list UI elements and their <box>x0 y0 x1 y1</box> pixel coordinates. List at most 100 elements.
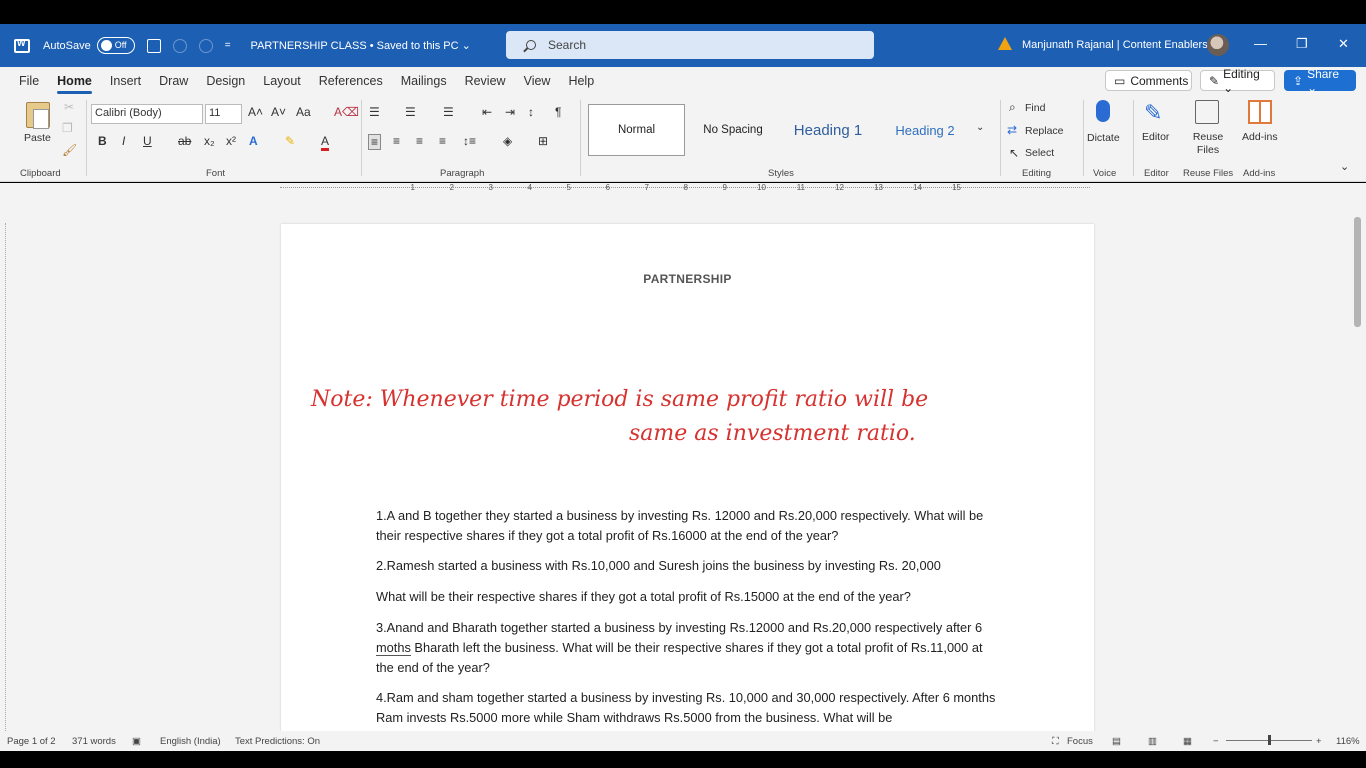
cut-icon[interactable]: ✂ <box>64 100 74 114</box>
font-color-icon[interactable]: A <box>321 134 330 151</box>
tab-mailings[interactable]: Mailings <box>401 74 447 88</box>
zoom-slider-thumb[interactable] <box>1268 735 1271 745</box>
add-ins-icon[interactable] <box>1248 100 1272 124</box>
subscript-icon[interactable]: x₂ <box>204 134 215 148</box>
tab-file[interactable]: File <box>19 74 39 88</box>
focus-label[interactable]: Focus <box>1067 736 1093 747</box>
user-name[interactable]: Manjunath Rajanal | Content Enablers <box>1022 39 1208 51</box>
tab-review[interactable]: Review <box>465 74 506 88</box>
word-count[interactable]: 371 words <box>72 736 116 747</box>
multilevel-list-icon[interactable]: ☰ <box>443 105 454 119</box>
document-title[interactable]: PARTNERSHIP CLASS • Saved to this PC ⌄ <box>251 39 471 52</box>
underline-icon[interactable]: U <box>143 134 152 148</box>
question-3[interactable]: 3.Anand and Bharath together started a b… <box>376 618 1001 678</box>
tab-help[interactable]: Help <box>568 74 594 88</box>
tab-design[interactable]: Design <box>206 74 245 88</box>
replace-label[interactable]: Replace <box>1025 125 1064 137</box>
microphone-icon[interactable] <box>1096 100 1110 122</box>
language[interactable]: English (India) <box>160 736 221 747</box>
select-label[interactable]: Select <box>1025 147 1054 159</box>
dictate-label[interactable]: Dictate <box>1087 132 1120 144</box>
highlight-icon[interactable]: ✎ <box>285 134 295 148</box>
tab-references[interactable]: References <box>319 74 383 88</box>
tab-layout[interactable]: Layout <box>263 74 301 88</box>
clear-formatting-icon[interactable]: A⌫ <box>334 105 359 119</box>
zoom-in-icon[interactable]: + <box>1316 736 1322 747</box>
grow-font-icon[interactable]: A˄ <box>248 105 263 119</box>
document-page[interactable]: PARTNERSHIP Note: Whenever time period i… <box>281 224 1094 731</box>
show-formatting-icon[interactable]: ¶ <box>555 105 561 119</box>
reuse-files-icon[interactable] <box>1195 100 1219 124</box>
reuse-files-label[interactable]: Reuse Files <box>1191 131 1225 157</box>
editor-label[interactable]: Editor <box>1142 131 1169 143</box>
editor-icon[interactable]: ✎ <box>1144 100 1170 126</box>
share-button[interactable]: ⇪ Share ⌄ <box>1284 67 1356 95</box>
text-effects-icon[interactable]: A <box>249 134 258 148</box>
align-left-icon[interactable]: ≡ <box>368 134 382 150</box>
font-name-select[interactable]: Calibri (Body) <box>91 104 203 124</box>
warning-icon[interactable] <box>998 37 1012 50</box>
tab-insert[interactable]: Insert <box>110 74 141 88</box>
vertical-ruler[interactable] <box>5 223 15 731</box>
line-spacing-icon[interactable]: ↕≡ <box>463 134 476 148</box>
styles-more-icon[interactable]: ⌄ <box>976 122 984 133</box>
zoom-level[interactable]: 116% <box>1336 736 1360 747</box>
style-normal[interactable]: Normal <box>588 104 685 156</box>
style-no-spacing[interactable]: No Spacing <box>690 104 776 156</box>
editing-mode-button[interactable]: ✎ Editing ⌄ <box>1200 67 1275 95</box>
autosave-toggle[interactable]: Off <box>96 37 135 54</box>
customize-toolbar-icon[interactable]: = <box>225 40 231 51</box>
italic-icon[interactable]: I <box>122 134 125 148</box>
add-ins-label[interactable]: Add-ins <box>1242 131 1278 143</box>
avatar[interactable] <box>1207 34 1229 56</box>
text-predictions[interactable]: Text Predictions: On <box>235 736 320 747</box>
question-4[interactable]: 4.Ram and sham together started a busine… <box>376 688 1001 728</box>
font-size-select[interactable]: 11 <box>205 104 242 124</box>
align-center-icon[interactable]: ≡ <box>393 134 400 148</box>
save-icon[interactable] <box>146 38 161 53</box>
focus-icon[interactable]: ⛶ <box>1052 736 1059 747</box>
web-layout-icon[interactable]: ▦ <box>1183 736 1192 747</box>
find-label[interactable]: Find <box>1025 102 1045 114</box>
borders-icon[interactable]: ⊞ <box>538 134 548 148</box>
spelling-error-word[interactable]: moths <box>376 640 411 656</box>
vertical-scrollbar[interactable] <box>1354 217 1361 327</box>
find-icon[interactable]: ⌕ <box>1009 100 1016 115</box>
bold-icon[interactable]: B <box>98 134 107 148</box>
document-heading[interactable]: PARTNERSHIP <box>281 272 1094 286</box>
paste-icon[interactable] <box>26 102 50 129</box>
close-button[interactable]: ✕ <box>1338 36 1349 52</box>
paste-label[interactable]: Paste <box>24 132 51 144</box>
numbering-icon[interactable]: ☰ <box>405 105 416 119</box>
page-count[interactable]: Page 1 of 2 <box>7 736 56 747</box>
tab-view[interactable]: View <box>524 74 551 88</box>
proofing-icon[interactable]: ▣ <box>132 736 141 747</box>
read-mode-icon[interactable]: ▤ <box>1112 736 1121 747</box>
align-right-icon[interactable]: ≡ <box>416 134 423 148</box>
shading-icon[interactable]: ◈ <box>503 134 512 148</box>
style-heading-1[interactable]: Heading 1 <box>783 104 873 156</box>
shrink-font-icon[interactable]: A˅ <box>271 105 286 119</box>
increase-indent-icon[interactable]: ⇥ <box>505 105 515 119</box>
print-layout-icon[interactable]: ▥ <box>1148 736 1157 747</box>
replace-icon[interactable]: ⇄ <box>1007 123 1017 137</box>
zoom-out-icon[interactable]: − <box>1213 736 1219 747</box>
superscript-icon[interactable]: x² <box>226 134 236 148</box>
undo-icon[interactable] <box>172 38 187 53</box>
question-2-line-2[interactable]: What will be their respective shares if … <box>376 587 1001 607</box>
question-1[interactable]: 1.A and B together they started a busine… <box>376 506 1001 546</box>
question-2-line-1[interactable]: 2.Ramesh started a business with Rs.10,0… <box>376 556 1001 576</box>
comments-button[interactable]: ▭ Comments <box>1105 70 1192 91</box>
strikethrough-icon[interactable]: ab <box>178 134 191 148</box>
minimize-button[interactable]: — <box>1254 36 1267 51</box>
format-painter-icon[interactable]: 🖌 <box>62 143 77 157</box>
style-heading-2[interactable]: Heading 2 <box>880 104 970 156</box>
collapse-ribbon-icon[interactable]: ⌄ <box>1340 160 1349 173</box>
select-icon[interactable]: ↖ <box>1009 146 1019 160</box>
decrease-indent-icon[interactable]: ⇤ <box>482 105 492 119</box>
change-case-icon[interactable]: Aa <box>296 105 311 119</box>
sort-icon[interactable]: ↕ <box>528 105 534 119</box>
tab-home[interactable]: Home <box>57 74 92 94</box>
justify-icon[interactable]: ≡ <box>439 134 446 148</box>
copy-icon[interactable]: ❐ <box>62 121 73 135</box>
